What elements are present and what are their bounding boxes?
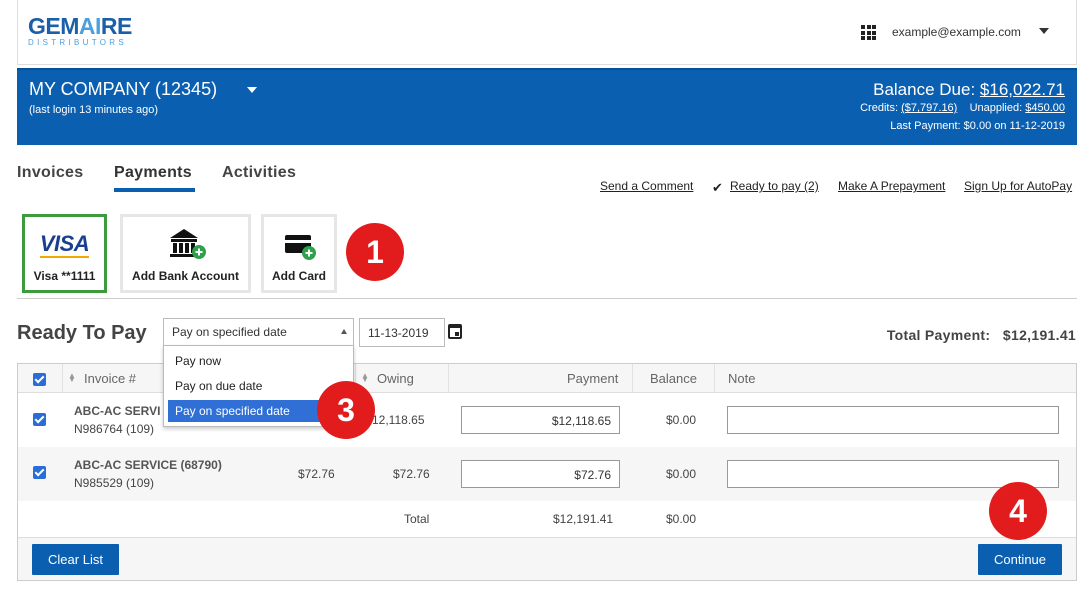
credits-link[interactable]: ($7,797.16) (901, 102, 957, 114)
user-menu-email[interactable]: example@example.com (892, 25, 1021, 39)
col-invoice[interactable]: Invoice # (84, 371, 136, 386)
add-bank-account-button[interactable]: Add Bank Account (120, 214, 251, 293)
row-customer: ABC-AC SERVICE (68790) (74, 458, 222, 472)
tab-activities[interactable]: Activities (222, 164, 296, 182)
col-owing[interactable]: Owing (377, 371, 414, 386)
payment-method-label: Visa **1111 (33, 269, 96, 283)
company-caret-icon[interactable] (247, 87, 257, 93)
row-balance: $0.00 (666, 413, 697, 427)
make-prepayment-link[interactable]: Make A Prepayment (838, 179, 945, 193)
balance-due-link[interactable]: $16,022.71 (980, 80, 1065, 99)
total-payment: Total Payment: $12,191.41 (886, 327, 1076, 343)
card-add-icon (280, 227, 318, 266)
table-footer: Clear List Continue (18, 537, 1076, 580)
step-badge-1: 1 (346, 223, 404, 281)
row-customer: ABC-AC SERVI (74, 404, 161, 418)
row-checkbox[interactable] (33, 413, 46, 426)
table-row: ABC-AC SERVICE (68790) N985529 (109) $72… (18, 447, 1076, 501)
row-amount: $72.76 (298, 467, 335, 481)
company-selector[interactable]: MY COMPANY (12345) (29, 79, 217, 100)
bank-add-icon (166, 227, 206, 266)
row-note-input[interactable] (727, 406, 1059, 434)
tab-payments[interactable]: Payments (114, 164, 192, 182)
checkmark-icon: ✔ (712, 180, 723, 195)
autopay-link[interactable]: Sign Up for AutoPay (964, 179, 1072, 193)
user-menu-caret-icon[interactable] (1039, 28, 1049, 34)
send-comment-link[interactable]: Send a Comment (600, 179, 693, 193)
step-badge-4: 4 (989, 482, 1047, 540)
row-owing: $72.76 (393, 467, 430, 481)
total-payment-cell: $12,191.41 (553, 512, 614, 526)
total-label: Total (404, 512, 430, 526)
add-card-button[interactable]: Add Card (261, 214, 337, 293)
active-tab-indicator (114, 188, 195, 192)
last-payment-text: Last Payment: $0.00 on 11-12-2019 (890, 120, 1065, 132)
col-balance[interactable]: Balance (650, 371, 697, 386)
col-payment[interactable]: Payment (567, 371, 618, 386)
continue-button[interactable]: Continue (978, 544, 1062, 575)
clear-list-button[interactable]: Clear List (32, 544, 119, 575)
row-payment-input[interactable]: $72.76 (461, 460, 620, 488)
payment-timing-select[interactable]: Pay on specified date (163, 318, 354, 347)
gemaire-logo[interactable]: GEMAIRE DISTRIBUTORS (28, 15, 132, 48)
payment-method-label: Add Bank Account (132, 269, 239, 283)
row-checkbox[interactable] (33, 466, 46, 479)
ready-to-pay-link[interactable]: Ready to pay (2) (730, 179, 819, 193)
payment-date-input[interactable]: 11-13-2019 (359, 318, 445, 347)
step-badge-3: 3 (317, 381, 375, 439)
col-note[interactable]: Note (728, 371, 755, 386)
sort-icon[interactable]: ▲ ▼ (68, 372, 76, 384)
ready-to-pay-title: Ready To Pay (17, 322, 147, 344)
visa-logo-icon: VISA (39, 231, 90, 258)
calendar-icon[interactable] (448, 324, 462, 339)
select-all-checkbox[interactable] (33, 373, 46, 386)
payment-method-visa[interactable]: VISA Visa **1111 (22, 214, 107, 293)
row-owing: 12,118.65 (372, 413, 425, 427)
payment-method-label: Add Card (272, 269, 326, 283)
top-header: GEMAIRE DISTRIBUTORS example@example.com (17, 0, 1077, 65)
select-caret-icon (341, 329, 347, 334)
row-balance: $0.00 (666, 467, 697, 481)
apps-grid-icon[interactable] (861, 25, 876, 40)
tab-invoices[interactable]: Invoices (17, 164, 83, 182)
last-login-text: (last login 13 minutes ago) (29, 104, 159, 116)
unapplied-link[interactable]: $450.00 (1025, 102, 1065, 114)
total-balance-cell: $0.00 (666, 512, 697, 526)
row-invoice-number[interactable]: N986764 (109) (74, 422, 154, 436)
row-invoice-number[interactable]: N985529 (109) (74, 476, 154, 490)
row-payment-input[interactable]: $12,118.65 (461, 406, 620, 434)
account-banner: MY COMPANY (12345) (last login 13 minute… (17, 68, 1077, 145)
sort-icon[interactable]: ▲ ▼ (361, 372, 369, 384)
option-pay-now[interactable]: Pay now (168, 350, 349, 372)
credits-unapplied: Credits: ($7,797.16) Unapplied: $450.00 (860, 102, 1065, 114)
section-divider (17, 298, 1077, 299)
balance-due: Balance Due: $16,022.71 (873, 80, 1065, 99)
